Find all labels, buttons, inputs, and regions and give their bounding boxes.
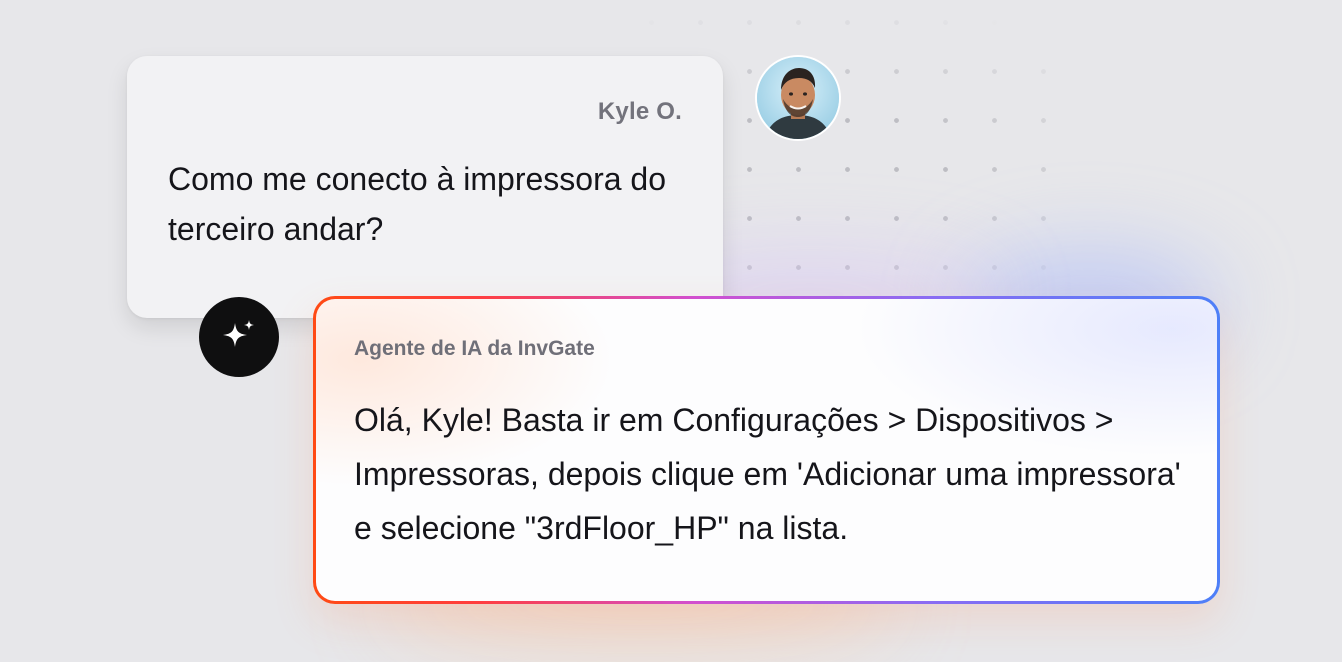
sparkle-icon — [223, 320, 254, 347]
ai-message-inner: Agente de IA da InvGate Olá, Kyle! Basta… — [316, 299, 1217, 601]
ai-message-bubble: Agente de IA da InvGate Olá, Kyle! Basta… — [313, 296, 1220, 604]
user-avatar-photo — [757, 57, 839, 139]
ai-agent-badge — [199, 297, 279, 377]
user-avatar — [757, 57, 839, 139]
user-message-bubble: Kyle O. Como me conecto à impressora do … — [127, 56, 723, 318]
agent-message-text: Olá, Kyle! Basta ir em Configurações > D… — [354, 402, 1181, 546]
user-name: Kyle O. — [597, 98, 682, 125]
user-message-text: Como me conecto à impressora do terceiro… — [168, 161, 666, 247]
agent-name: Agente de IA da InvGate — [354, 337, 595, 360]
